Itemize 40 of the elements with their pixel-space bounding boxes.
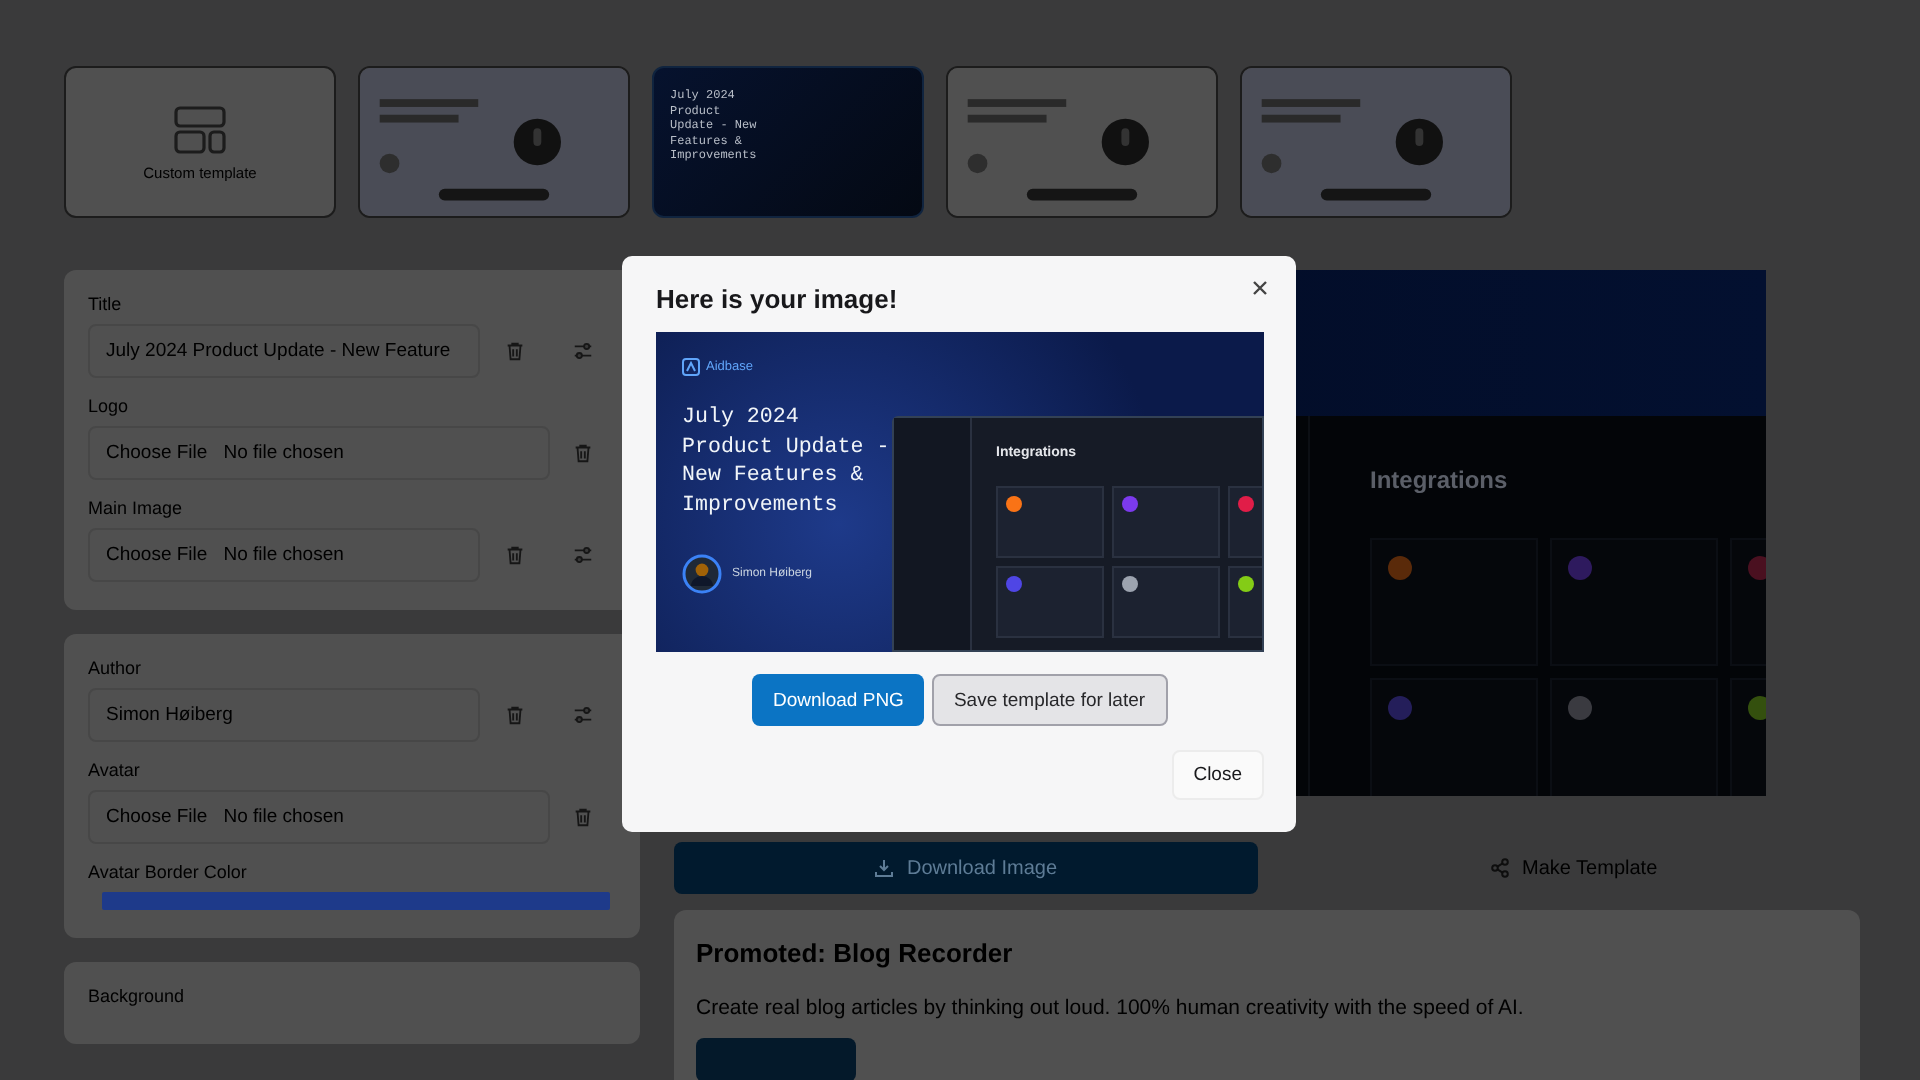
integration-card bbox=[996, 486, 1104, 558]
sliders-icon[interactable] bbox=[571, 704, 593, 726]
image-headline: July 2024 Product Update - New Features & Improvements bbox=[682, 404, 892, 521]
trash-icon[interactable] bbox=[503, 340, 525, 362]
download-icon bbox=[874, 858, 895, 878]
field-label: Title bbox=[88, 294, 124, 314]
integration-card bbox=[1112, 566, 1220, 638]
field-label: Main Image bbox=[88, 498, 185, 518]
avatar-icon bbox=[682, 554, 722, 595]
field-label: Avatar Border Color bbox=[88, 862, 249, 882]
file-field[interactable]: Choose File No file chosen bbox=[88, 426, 550, 480]
dialog-title: Here is your image! bbox=[656, 284, 900, 314]
trash-icon[interactable] bbox=[572, 442, 594, 464]
sliders-icon[interactable] bbox=[571, 340, 593, 362]
promo-title: Promoted: Blog Recorder bbox=[696, 938, 1015, 968]
color-swatch[interactable] bbox=[102, 892, 610, 910]
file-field[interactable]: Choose File No file chosen bbox=[88, 790, 550, 844]
field-label: Logo bbox=[88, 396, 131, 416]
save-template-button[interactable]: Save template for later bbox=[931, 674, 1168, 726]
integration-card bbox=[996, 566, 1104, 638]
layout-icon bbox=[172, 103, 228, 155]
file-field[interactable]: Choose File No file chosen bbox=[88, 528, 480, 582]
share-icon bbox=[1490, 858, 1510, 878]
make-template-button[interactable]: Make Template bbox=[1478, 855, 1670, 881]
close-button[interactable]: Close bbox=[1171, 750, 1264, 800]
sliders-icon[interactable] bbox=[571, 544, 593, 566]
text-field[interactable]: Simon Høiberg bbox=[88, 688, 480, 742]
field-label: Background bbox=[88, 986, 187, 1006]
trash-icon[interactable] bbox=[503, 704, 525, 726]
field-label: Author bbox=[88, 658, 144, 678]
field-label: Avatar bbox=[88, 760, 142, 780]
download-png-button[interactable]: Download PNG bbox=[752, 674, 924, 726]
logo-icon bbox=[682, 358, 700, 376]
trash-icon[interactable] bbox=[503, 544, 525, 566]
download-button[interactable]: Download Image bbox=[674, 842, 1258, 894]
integration-card bbox=[1112, 486, 1220, 558]
text-field[interactable]: July 2024 Product Update - New Feature bbox=[88, 324, 480, 378]
screen-heading: Integrations bbox=[1370, 466, 1510, 494]
trash-icon[interactable] bbox=[572, 806, 594, 828]
promo-text: Create real blog articles by thinking out loud. 100% human creativity with the speed of AI. bbox=[696, 996, 1526, 1020]
